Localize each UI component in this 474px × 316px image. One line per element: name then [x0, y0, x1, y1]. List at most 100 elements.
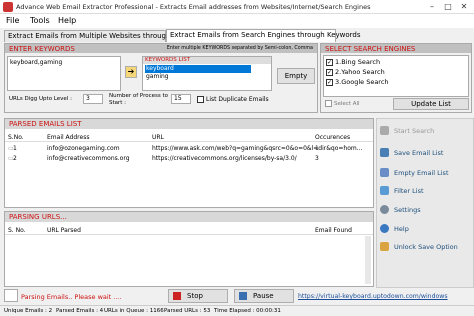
title-bar: Advance Web Email Extractor Professional…: [0, 0, 474, 14]
keywords-panel: ENTER KEYWORDS Enter multiple KEYWORDS s…: [4, 43, 318, 113]
engine-bing[interactable]: ✓ 1.Bing Search: [326, 58, 380, 66]
digg-level-label: URLs Digg Upto Level :: [9, 96, 72, 102]
keywords-input-value: keyboard,gaming: [10, 59, 63, 66]
settings-label: Settings: [394, 206, 421, 214]
filter-list-button[interactable]: Filter List: [378, 184, 474, 198]
empty-keywords-button[interactable]: Empty: [277, 68, 315, 84]
keywords-input[interactable]: keyboard,gaming: [7, 56, 121, 91]
empty-email-list-button[interactable]: Empty Email List: [378, 166, 474, 180]
gear-icon: [380, 205, 389, 214]
duplicate-emails-label: List Duplicate Emails: [206, 96, 269, 103]
help-button[interactable]: Help: [378, 222, 474, 236]
settings-button[interactable]: Settings: [378, 203, 474, 217]
col-sno[interactable]: S.No.: [8, 134, 24, 141]
parsed-emails-count: Parsed Emails : 4: [56, 308, 104, 314]
parsing-urls-panel: PARSING URLS... S. No. URL Parsed Email …: [4, 211, 374, 287]
tab-search-engines[interactable]: Extract Emails from Search Engines throu…: [166, 29, 361, 42]
stop-icon: [173, 292, 181, 300]
cell-occurences: 3: [315, 155, 319, 162]
parsed-urls-count: Parsed URLs : 53: [164, 308, 211, 314]
select-all-label: Select All: [334, 101, 360, 107]
time-elapsed: Time Elapsed : 00:00:31: [214, 308, 281, 314]
cell-occurences: 1: [315, 145, 319, 152]
keywords-hint: Enter multiple KEYWORDS separated by Sem…: [166, 46, 313, 51]
help-icon: [380, 224, 389, 233]
checked-icon: ✓: [326, 58, 333, 66]
pause-button[interactable]: Pause: [234, 289, 294, 303]
close-button[interactable]: ✕: [456, 0, 472, 14]
start-search-label: Start Search: [394, 127, 435, 135]
checkbox-icon: [325, 100, 332, 107]
cell-email: info@creativecommons.org: [47, 155, 130, 162]
vertical-scrollbar[interactable]: [365, 236, 371, 284]
select-all-checkbox[interactable]: Select All: [325, 100, 360, 107]
table-header: S. No. URL Parsed Email Found: [5, 225, 373, 235]
empty-list-icon: [380, 168, 389, 177]
menu-tools[interactable]: Tools: [30, 16, 50, 25]
add-keyword-button[interactable]: ➔: [125, 66, 137, 78]
parsing-urls-header: PARSING URLS...: [5, 212, 373, 222]
search-icon: [380, 126, 389, 135]
process-count-label: Number of Process to Start :: [109, 93, 169, 106]
pause-icon: [239, 292, 247, 300]
unlock-save-button[interactable]: Unlock Save Option: [378, 240, 474, 254]
col-email-found[interactable]: Email Found: [315, 227, 352, 234]
tab-websites[interactable]: Extract Emails from Multiple Websites th…: [4, 30, 190, 42]
menu-help[interactable]: Help: [58, 16, 76, 25]
progress-icon: [4, 289, 18, 302]
minimize-button[interactable]: –: [424, 0, 440, 14]
stop-label: Stop: [187, 292, 203, 300]
table-row[interactable]: ▭ 2 info@creativecommons.org https://cre…: [5, 153, 373, 163]
cell-url: https://www.ask.com/web?q=gaming&qsrc=0&…: [152, 145, 363, 152]
duplicate-emails-checkbox[interactable]: List Duplicate Emails: [197, 96, 269, 103]
app-icon: [3, 2, 13, 12]
unlock-icon: [380, 242, 389, 251]
keyword-item[interactable]: gaming: [143, 73, 271, 81]
col-email[interactable]: Email Address: [47, 134, 89, 141]
cell-email: info@ozonegaming.com: [47, 145, 120, 152]
filter-icon: [380, 186, 389, 195]
engine-google-label: 3.Google Search: [335, 78, 389, 86]
urls-in-queue-count: URLs in Queue : 1166: [104, 308, 164, 314]
digg-level-stepper[interactable]: 3: [83, 94, 103, 104]
empty-email-label: Empty Email List: [394, 169, 449, 177]
engine-yahoo[interactable]: ✓ 2.Yahoo Search: [326, 68, 385, 76]
maximize-button[interactable]: □: [440, 0, 456, 14]
window-controls: – □ ✕: [424, 0, 472, 14]
pause-label: Pause: [253, 292, 274, 300]
col-occurences[interactable]: Occurences: [315, 134, 350, 141]
unique-emails-count: Unique Emails : 2: [4, 308, 53, 314]
table-row[interactable]: ▭ 1 info@ozonegaming.com https://www.ask…: [5, 143, 373, 153]
window-title: Advance Web Email Extractor Professional…: [16, 3, 371, 11]
cell-sno: 1: [13, 145, 17, 152]
keywords-list-header: KEYWORDS LIST: [143, 57, 271, 64]
stop-button[interactable]: Stop: [168, 289, 228, 303]
save-icon: [380, 148, 389, 157]
cell-sno: 2: [13, 155, 17, 162]
process-count-stepper[interactable]: 15: [171, 94, 191, 104]
menu-file[interactable]: File: [6, 16, 19, 25]
save-email-list-button[interactable]: Save Email List: [378, 146, 474, 160]
col-sno[interactable]: S. No.: [8, 227, 26, 234]
update-list-button[interactable]: Update List: [393, 98, 469, 110]
parsed-emails-header: PARSED EMAILS LIST: [5, 119, 373, 129]
engine-bing-label: 1.Bing Search: [335, 58, 381, 66]
parsed-emails-panel: PARSED EMAILS LIST S.No. Email Address U…: [4, 118, 374, 208]
save-email-label: Save Email List: [394, 149, 444, 157]
menu-bar: File Tools Help: [0, 14, 474, 28]
help-label: Help: [394, 225, 409, 233]
source-link[interactable]: https://virtual-keyboard.uptodown.com/wi…: [298, 293, 448, 300]
arrow-right-icon: ➔: [127, 67, 135, 76]
start-search-button[interactable]: Start Search: [378, 124, 474, 138]
status-bar: Unique Emails : 2 Parsed Emails : 4 URLs…: [0, 305, 474, 316]
engine-yahoo-label: 2.Yahoo Search: [335, 68, 385, 76]
keywords-list[interactable]: KEYWORDS LIST keyboard gaming: [142, 56, 272, 91]
digg-level-value: 3: [86, 95, 90, 102]
keyword-item-selected[interactable]: keyboard: [145, 65, 251, 73]
keywords-header: ENTER KEYWORDS: [9, 45, 75, 53]
checked-icon: ✓: [326, 78, 333, 86]
col-url[interactable]: URL: [152, 134, 164, 141]
col-url-parsed[interactable]: URL Parsed: [47, 227, 81, 234]
engine-google[interactable]: ✓ 3.Google Search: [326, 78, 389, 86]
unlock-label: Unlock Save Option: [394, 243, 458, 251]
